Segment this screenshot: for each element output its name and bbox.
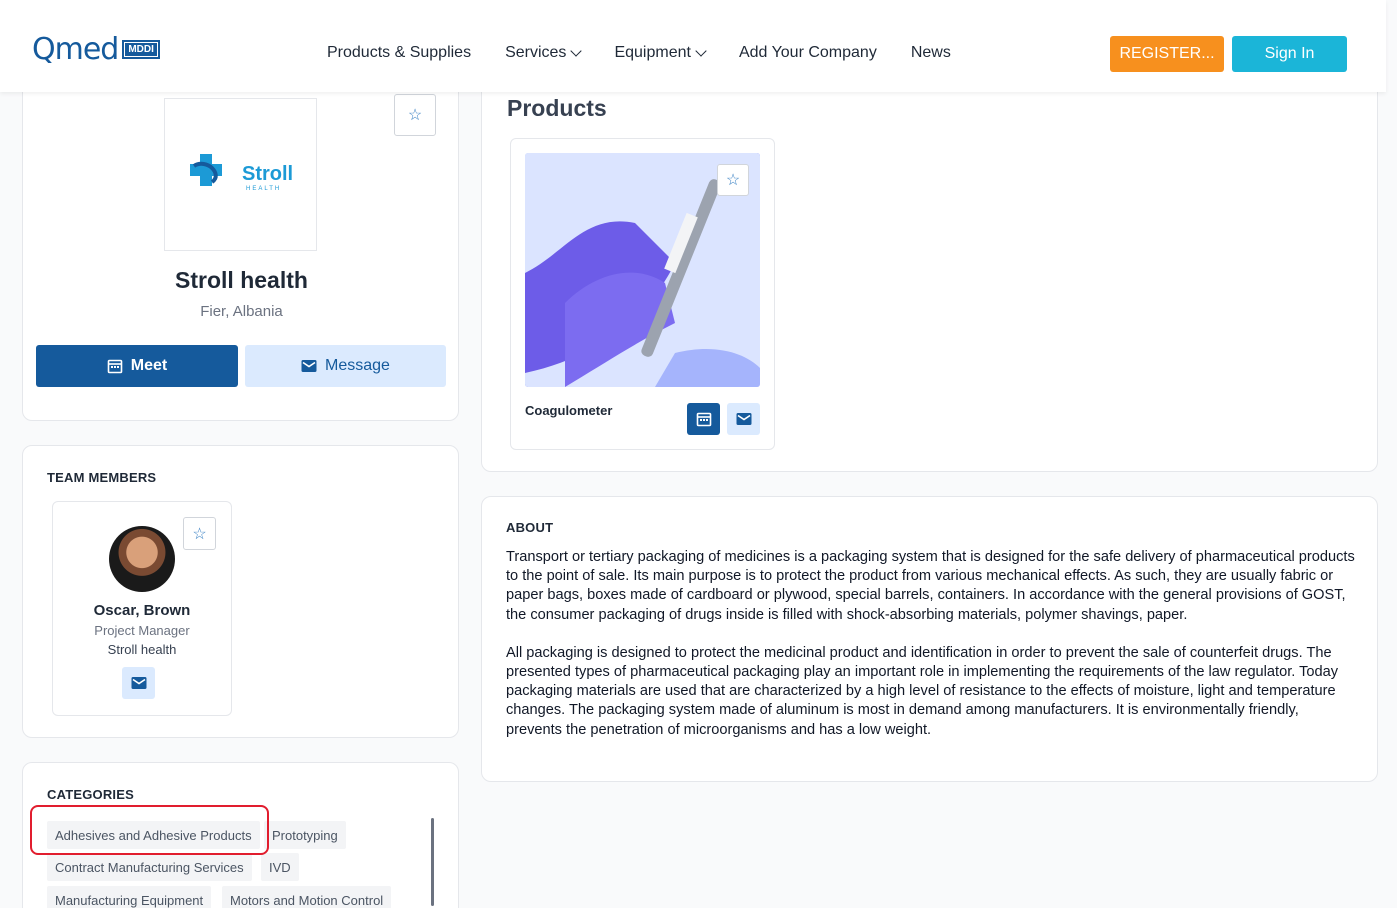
team-member-card[interactable]: ☆ Oscar, Brown Project Manager Stroll he…	[52, 501, 232, 716]
member-name: Oscar, Brown	[93, 602, 191, 619]
nav-equipment[interactable]: Equipment	[614, 44, 707, 62]
meet-button[interactable]: Meet	[36, 345, 238, 387]
member-company: Stroll health	[107, 642, 177, 657]
products-card: Products ☆ Coagulometer	[481, 60, 1378, 472]
favorite-product-button[interactable]: ☆	[717, 164, 749, 196]
category-chip[interactable]: Manufacturing Equipment	[47, 886, 212, 908]
message-product-button[interactable]	[727, 403, 760, 435]
nav-products-supplies[interactable]: Products & Supplies	[327, 44, 471, 62]
calendar-icon	[696, 412, 711, 427]
mail-icon	[131, 677, 146, 689]
logo-badge: MDDI	[122, 40, 160, 59]
category-chip[interactable]: Motors and Motion Control	[222, 886, 392, 908]
chevron-down-icon	[570, 45, 583, 57]
about-title: ABOUT	[506, 520, 554, 535]
sign-in-button[interactable]: Sign In	[1232, 36, 1347, 72]
avatar	[109, 526, 175, 592]
nav-label: Add Your Company	[738, 44, 877, 61]
nav-services[interactable]: Services	[505, 44, 583, 62]
categories-card: CATEGORIES Adhesives and Adhesive Produc…	[22, 762, 459, 908]
about-paragraph: Transport or tertiary packaging of medic…	[506, 549, 1355, 623]
nav-label: News	[910, 44, 951, 61]
stroll-logo-icon: Stroll HEALTH	[189, 153, 293, 192]
category-chip[interactable]: Prototyping	[264, 821, 346, 849]
about-card: ABOUT Transport or tertiary packaging of…	[481, 496, 1378, 782]
about-paragraph: All packaging is designed to protect the…	[506, 644, 1339, 738]
calendar-icon	[107, 359, 123, 374]
nav-add-company[interactable]: Add Your Company	[739, 44, 877, 62]
products-title: Products	[507, 95, 607, 121]
favorite-company-button[interactable]: ☆	[394, 94, 436, 136]
message-member-button[interactable]	[122, 667, 155, 699]
about-body: Transport or tertiary packaging of medic…	[506, 548, 1356, 740]
scrollbar[interactable]	[431, 818, 434, 906]
product-card[interactable]: ☆ Coagulometer	[510, 138, 775, 450]
company-name: Stroll health	[175, 267, 308, 293]
star-icon: ☆	[725, 172, 741, 189]
highlight-outline	[30, 805, 269, 855]
category-chip[interactable]: IVD	[261, 853, 299, 881]
favorite-member-button[interactable]: ☆	[183, 517, 216, 550]
logo-subword: HEALTH	[246, 186, 281, 192]
nav-label: Services	[505, 44, 567, 61]
product-name: Coagulometer	[525, 403, 613, 418]
message-button[interactable]: Message	[245, 345, 446, 387]
mail-icon	[301, 360, 317, 372]
meet-label: Meet	[130, 357, 168, 374]
company-logo: Stroll HEALTH	[164, 98, 317, 251]
meet-product-button[interactable]	[687, 403, 720, 435]
top-header: Qmed MDDI Products & Supplies Services E…	[0, 0, 1386, 92]
category-chip[interactable]: Contract Manufacturing Services	[47, 853, 252, 881]
company-profile-card: Stroll HEALTH ☆ Stroll health Fier, Alba…	[22, 60, 459, 421]
star-icon: ☆	[192, 525, 207, 543]
register-button[interactable]: REGISTER...	[1110, 36, 1224, 72]
company-location: Fier, Albania	[200, 303, 283, 320]
message-label: Message	[325, 357, 390, 374]
nav-label: Equipment	[614, 44, 691, 61]
nav-label: Products & Supplies	[327, 44, 472, 61]
mail-icon	[736, 413, 751, 425]
team-members-title: TEAM MEMBERS	[47, 470, 157, 485]
chevron-down-icon	[695, 45, 707, 57]
logo-wordmark: Stroll	[242, 163, 293, 185]
nav-news[interactable]: News	[911, 44, 951, 62]
team-members-card: TEAM MEMBERS ☆ Oscar, Brown Project Mana…	[22, 445, 459, 738]
star-icon: ☆	[407, 107, 423, 124]
site-logo[interactable]: Qmed MDDI	[32, 32, 160, 67]
categories-title: CATEGORIES	[47, 787, 134, 802]
logo-text: Qmed	[32, 32, 119, 67]
member-role: Project Manager	[94, 623, 190, 638]
main-nav: Products & Supplies Services Equipment A…	[327, 44, 985, 62]
